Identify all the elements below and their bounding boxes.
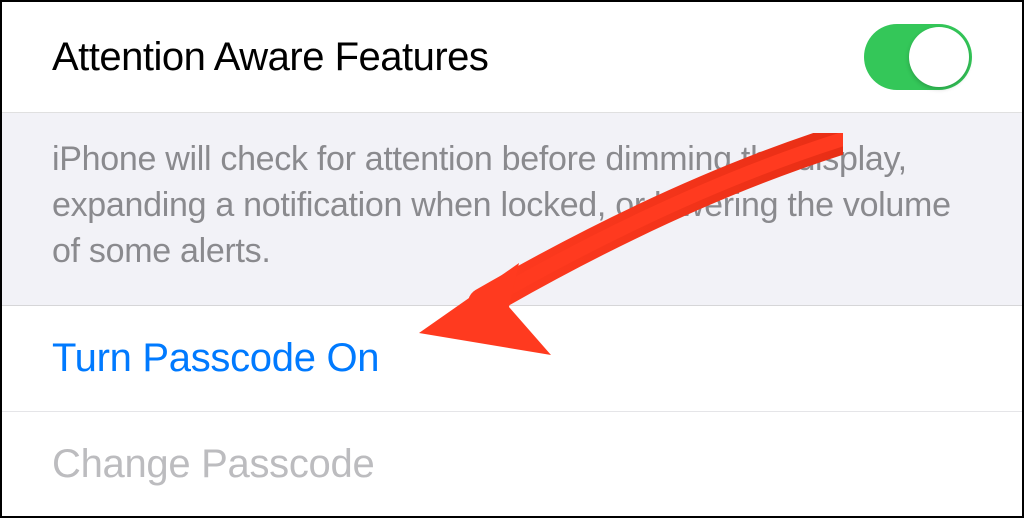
attention-aware-toggle[interactable] [864, 24, 972, 90]
toggle-knob [909, 27, 969, 87]
change-passcode-row: Change Passcode [2, 412, 1022, 517]
attention-aware-description-section: iPhone will check for attention before d… [2, 112, 1022, 306]
turn-passcode-on-row[interactable]: Turn Passcode On [2, 306, 1022, 412]
turn-passcode-on-label: Turn Passcode On [52, 336, 379, 380]
attention-aware-description: iPhone will check for attention before d… [52, 137, 972, 275]
settings-panel: Attention Aware Features iPhone will che… [0, 0, 1024, 518]
attention-aware-row[interactable]: Attention Aware Features [2, 2, 1022, 112]
change-passcode-label: Change Passcode [52, 442, 374, 486]
attention-aware-label: Attention Aware Features [52, 35, 488, 80]
